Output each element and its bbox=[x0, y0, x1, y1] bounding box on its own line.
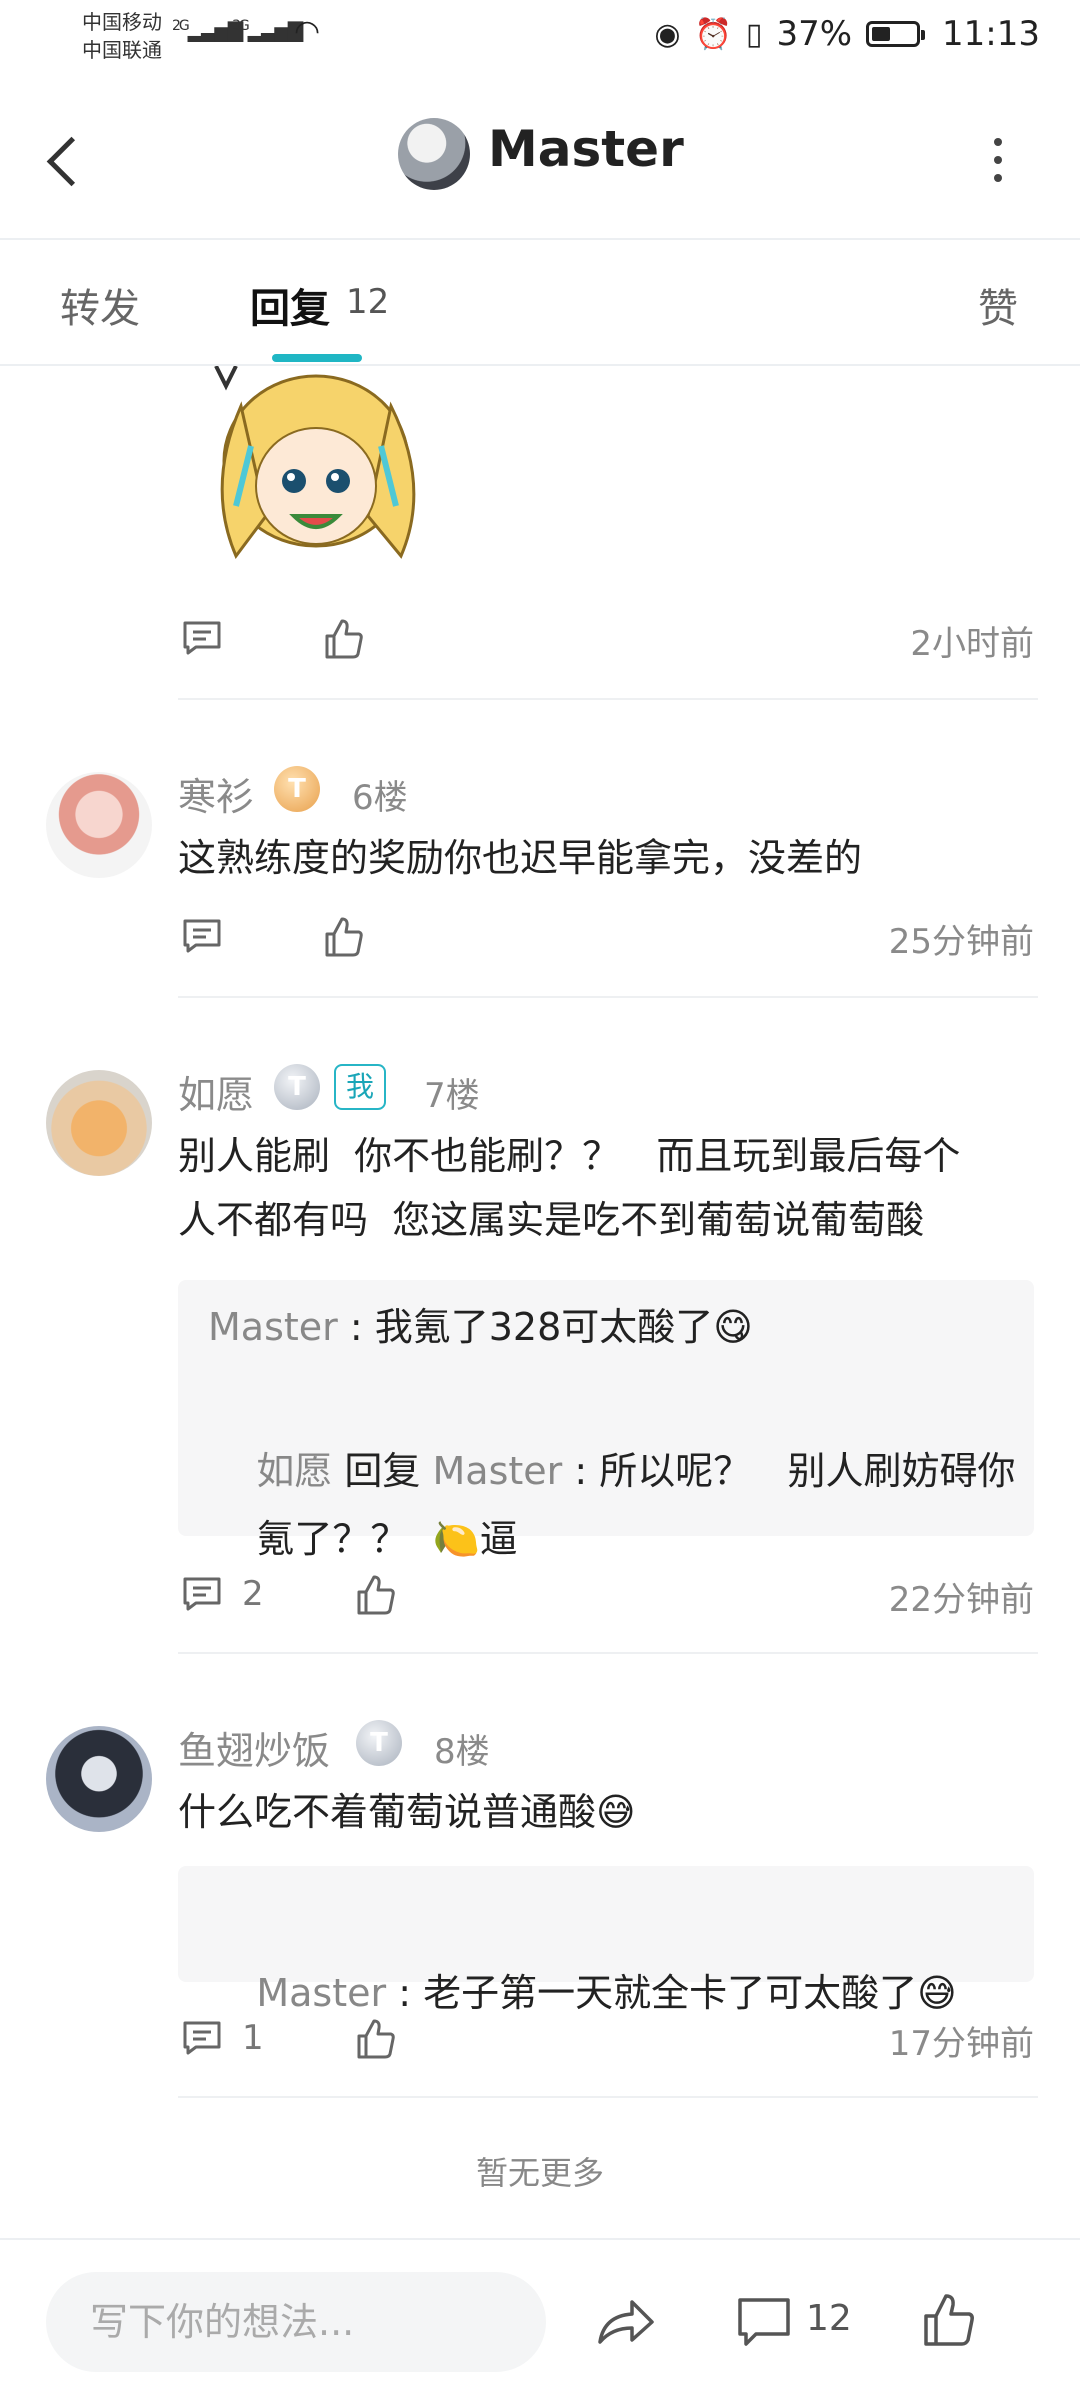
reply-author[interactable]: Master bbox=[256, 1971, 386, 2015]
battery-icon bbox=[866, 21, 926, 47]
reply-preview[interactable]: Master : 老子第一天就全卡了可太酸了😅 bbox=[178, 1866, 1034, 2015]
more-icon[interactable] bbox=[992, 138, 1004, 198]
comment-count: 12 bbox=[806, 2298, 852, 2339]
divider bbox=[178, 1652, 1038, 1654]
floor-number: 8楼 bbox=[434, 1732, 490, 1772]
floor-number: 7楼 bbox=[424, 1076, 480, 1116]
comment-text: 人不都有吗 您这属实是吃不到葡萄说葡萄酸 bbox=[178, 1198, 925, 1242]
comment-icon[interactable] bbox=[182, 2020, 222, 2056]
reply-separator: : bbox=[386, 1971, 424, 2015]
comment-icon[interactable] bbox=[182, 620, 222, 656]
vibrate-icon: ▯ bbox=[745, 16, 763, 52]
tab-like[interactable]: 赞 bbox=[978, 276, 1018, 334]
reply-count: 2 bbox=[242, 1574, 264, 1614]
signal-icon-1: 2G▂▃▅▇ bbox=[172, 18, 243, 42]
reply-preview[interactable]: Master : 我氪了328可太酸了😋 如愿 回复 Master : 所以呢？… bbox=[178, 1280, 1034, 1561]
me-badge: 我 bbox=[334, 1064, 387, 1110]
like-icon[interactable] bbox=[922, 2292, 976, 2348]
timestamp: 25分钟前 bbox=[888, 922, 1034, 962]
level-badge: T bbox=[274, 1064, 320, 1110]
tab-reply-count: 12 bbox=[346, 282, 390, 322]
divider bbox=[0, 2238, 1080, 2240]
avatar[interactable] bbox=[46, 772, 152, 878]
like-icon[interactable] bbox=[356, 2018, 396, 2060]
level-badge: T bbox=[274, 766, 320, 812]
tab-forward[interactable]: 转发 bbox=[60, 276, 140, 334]
page-title: Master bbox=[488, 120, 684, 178]
avatar[interactable] bbox=[398, 118, 470, 190]
divider bbox=[178, 996, 1038, 998]
comment-icon[interactable] bbox=[182, 1576, 222, 1612]
timestamp: 17分钟前 bbox=[888, 2024, 1034, 2064]
comment-text: 别人能刷 你不也能刷？？ 而且玩到最后每个 bbox=[178, 1134, 961, 1178]
avatar[interactable] bbox=[46, 1726, 152, 1832]
divider bbox=[0, 364, 1080, 366]
reply-text: 我氪了328可太酸了😋 bbox=[374, 1305, 753, 1349]
comment-author[interactable]: 鱼翅炒饭 bbox=[178, 1720, 330, 1775]
reply-line: Master : 老子第一天就全卡了可太酸了😅 bbox=[208, 1888, 957, 2098]
like-icon[interactable] bbox=[356, 1574, 396, 1616]
reply-text: 氪了？？ 🍋逼 bbox=[256, 1517, 518, 1561]
status-right: ◉ ⏰ ▯ 37% 11:13 bbox=[654, 14, 1040, 54]
reply-text: 所以呢？ 别人刷妨碍你 bbox=[599, 1449, 1016, 1493]
carrier-1: 中国移动 bbox=[82, 10, 162, 34]
reply-author[interactable]: Master bbox=[208, 1305, 338, 1349]
battery-percent: 37% bbox=[776, 14, 853, 54]
like-icon[interactable] bbox=[324, 618, 364, 660]
avatar[interactable] bbox=[46, 1070, 152, 1176]
share-icon[interactable] bbox=[596, 2296, 656, 2348]
tab-reply[interactable]: 回复 bbox=[250, 276, 330, 334]
divider bbox=[178, 2096, 1038, 2098]
timestamp: 2小时前 bbox=[910, 624, 1034, 664]
comment-author[interactable]: 如愿 bbox=[178, 1064, 254, 1119]
timestamp: 22分钟前 bbox=[888, 1580, 1034, 1620]
network-type-2: 3G bbox=[232, 18, 250, 34]
comment-author[interactable]: 寒衫 bbox=[178, 766, 254, 821]
network-type-1: 2G bbox=[172, 18, 190, 34]
eye-icon: ◉ bbox=[654, 16, 681, 52]
comment-input[interactable]: 写下你的想法... bbox=[46, 2272, 546, 2372]
top-bar: Master bbox=[0, 90, 1080, 240]
signal-icon-2: 3G▂▃▅▇ bbox=[232, 18, 303, 42]
floor-number: 6楼 bbox=[352, 778, 408, 818]
reply-line: Master : 我氪了328可太酸了😋 bbox=[208, 1292, 753, 1362]
sticker-image bbox=[214, 366, 416, 559]
divider bbox=[178, 698, 1038, 700]
clock: 11:13 bbox=[942, 14, 1040, 54]
comment-icon[interactable] bbox=[182, 918, 222, 954]
comment-text: 这熟练度的奖励你也迟早能拿完，没差的 bbox=[178, 836, 863, 880]
reply-separator: : bbox=[562, 1449, 600, 1493]
reply-text: 老子第一天就全卡了可太酸了😅 bbox=[423, 1971, 957, 2015]
no-more-label: 暂无更多 bbox=[475, 2154, 604, 2192]
comment-text: 什么吃不着葡萄说普通酸😅 bbox=[178, 1790, 636, 1834]
reply-separator: : bbox=[337, 1305, 375, 1349]
comment-icon[interactable] bbox=[736, 2296, 792, 2348]
divider bbox=[0, 238, 1080, 240]
carrier-2: 中国联通 bbox=[82, 38, 162, 62]
reply-count: 1 bbox=[242, 2018, 264, 2058]
status-bar: 中国移动 中国联通 2G▂▃▅▇ 3G▂▃▅▇ ◠ ◉ ⏰ ▯ 37% 11:1… bbox=[0, 0, 1080, 72]
tab-indicator bbox=[272, 354, 362, 362]
wifi-icon: ◠ bbox=[294, 14, 321, 49]
level-badge: T bbox=[356, 1720, 402, 1766]
like-icon[interactable] bbox=[324, 916, 364, 958]
back-icon[interactable] bbox=[42, 130, 86, 200]
carrier-info: 中国移动 中国联通 bbox=[82, 8, 162, 64]
alarm-icon: ⏰ bbox=[694, 16, 732, 52]
